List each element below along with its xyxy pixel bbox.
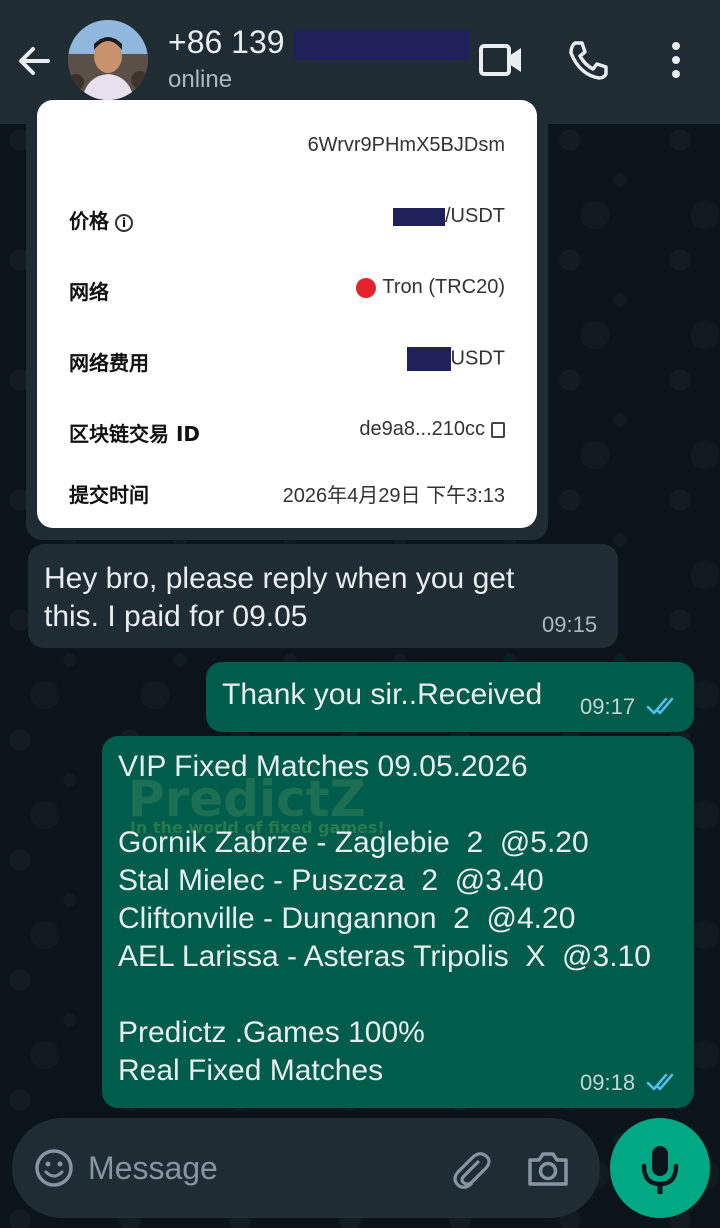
copy-icon[interactable] [491, 421, 505, 438]
attach-icon [453, 1152, 491, 1189]
redaction-bar [294, 30, 470, 60]
message-text: Hey bro, please reply when you get this.… [44, 562, 515, 633]
message-text: Thank you sir..Received [222, 678, 543, 711]
receipt-value-fee: USDT [406, 347, 505, 371]
contact-status: online [168, 66, 233, 93]
message-time: 09:17 [580, 694, 636, 719]
receipt-value-time: 2026年4月29日 下午3:13 [282, 485, 505, 507]
camera-button[interactable] [526, 1148, 570, 1188]
incoming-message-bubble[interactable]: Hey bro, please reply when you get this.… [28, 544, 618, 648]
voice-call-button[interactable] [566, 38, 610, 82]
redaction-bar [406, 347, 451, 371]
back-button[interactable] [12, 38, 58, 84]
outgoing-message-bubble[interactable]: Thank you sir..Received 09:17 [206, 662, 694, 732]
message-time: 09:15 [542, 612, 598, 637]
message-text: VIP Fixed Matches 09.05.2026 Gornik Zabr… [118, 750, 651, 1087]
receipt-value-network: Tron (TRC20) [356, 276, 505, 299]
read-ticks-icon [646, 1073, 674, 1091]
camera-icon [528, 1152, 568, 1186]
receipt-address: 6Wrvr9PHmX5BJDsm [307, 134, 505, 156]
message-input[interactable] [88, 1144, 428, 1192]
attach-button[interactable] [448, 1148, 492, 1192]
voice-message-button[interactable] [610, 1118, 710, 1218]
phone-icon [569, 41, 608, 80]
receipt-label-time: 提交时间 [69, 483, 149, 507]
back-arrow-icon [19, 47, 50, 75]
redaction-bar [393, 207, 445, 226]
emoji-icon [35, 1149, 73, 1187]
contact-name[interactable]: +86 139 [168, 24, 285, 61]
read-ticks-icon [646, 697, 674, 715]
contact-avatar[interactable] [68, 20, 148, 100]
receipt-label-fee: 网络费用 [69, 351, 149, 375]
more-options-button[interactable] [660, 38, 692, 82]
emoji-button[interactable] [34, 1148, 74, 1188]
video-call-icon [479, 44, 521, 76]
info-icon: i [115, 213, 133, 232]
mic-icon [641, 1146, 679, 1194]
outgoing-message-bubble[interactable]: VIP Fixed Matches 09.05.2026 Gornik Zabr… [102, 736, 694, 1108]
receipt-label-network: 网络 [69, 280, 109, 304]
payment-receipt-image[interactable]: 6Wrvr9PHmX5BJDsm 价格 i /USDT 网络 Tron (TRC2… [37, 100, 537, 528]
receipt-value-price: /USDT [393, 205, 505, 228]
receipt-value-txid: de9a8...210cc [359, 418, 505, 441]
receipt-label-txid: 区块链交易 ID [69, 422, 201, 446]
video-call-button[interactable] [478, 40, 524, 80]
more-vert-icon [672, 42, 680, 78]
message-composer [12, 1118, 600, 1218]
receipt-label-price: 价格 i [69, 205, 133, 234]
tron-icon [356, 277, 377, 298]
